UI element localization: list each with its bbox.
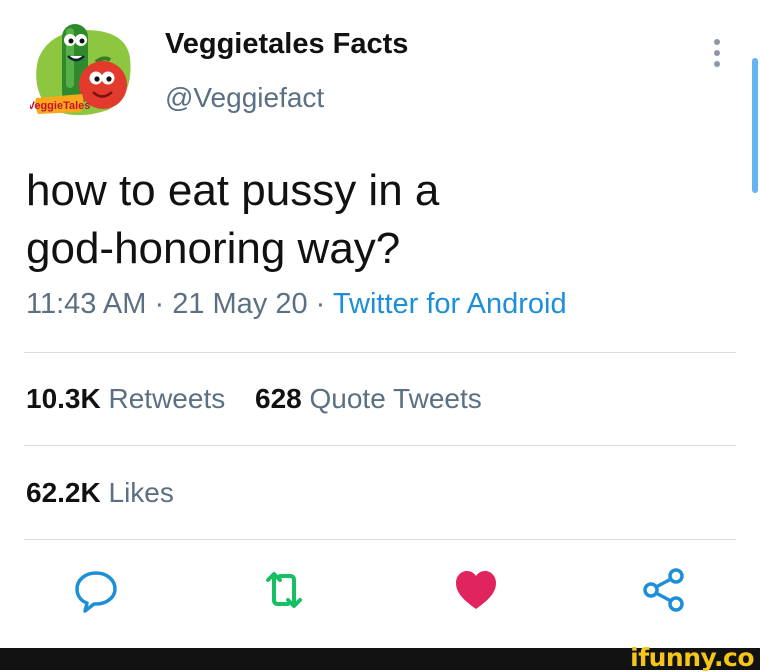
tweet-time: 11:43 AM (26, 288, 147, 320)
tweet-text-line-1: how to eat pussy in a (26, 166, 440, 215)
retweets-label: Retweets (108, 383, 226, 414)
avatar[interactable]: VeggieTales (28, 18, 135, 123)
tweet-text-line-2: god-honoring way? (26, 224, 401, 273)
author-handle[interactable]: @Veggiefact (165, 82, 324, 114)
likes-count: 62.2K (26, 477, 101, 508)
like-icon[interactable] (452, 566, 500, 614)
retweets-count: 10.3K (26, 383, 101, 414)
tweet-date: 21 May 20 (172, 288, 308, 320)
scrollbar[interactable] (752, 58, 758, 193)
tweet-source-link[interactable]: Twitter for Android (333, 288, 567, 320)
meta-separator: · (154, 288, 165, 320)
retweet-icon[interactable] (260, 566, 308, 614)
likes-label: Likes (108, 477, 174, 508)
likes-stats-row: 62.2K Likes (26, 477, 174, 509)
watermark-bar: ifunny.co (0, 643, 760, 672)
divider (24, 539, 736, 540)
tweet-meta: 11:43 AM · 21 May 20 · Twitter for Andro… (26, 288, 567, 321)
reply-icon[interactable] (72, 566, 120, 614)
more-options-icon[interactable] (712, 38, 722, 68)
likes-stat[interactable]: 62.2K Likes (26, 477, 174, 508)
author-display-name[interactable]: Veggietales Facts (165, 28, 408, 61)
tweet-text: how to eat pussy in a god-honoring way? (26, 162, 726, 278)
retweets-stat[interactable]: 10.3K Retweets (26, 383, 225, 414)
avatar-logo-text: VeggieTales (30, 100, 90, 112)
quotes-label: Quote Tweets (309, 383, 482, 414)
share-icon[interactable] (640, 566, 688, 614)
ifunny-watermark: ifunny.co (630, 643, 754, 672)
divider (24, 352, 736, 353)
retweet-stats-row: 10.3K Retweets 628 Quote Tweets (26, 383, 482, 415)
quotes-count: 628 (255, 383, 302, 414)
divider (24, 445, 736, 446)
quote-tweets-stat[interactable]: 628 Quote Tweets (255, 383, 482, 414)
meta-separator: · (315, 288, 326, 320)
